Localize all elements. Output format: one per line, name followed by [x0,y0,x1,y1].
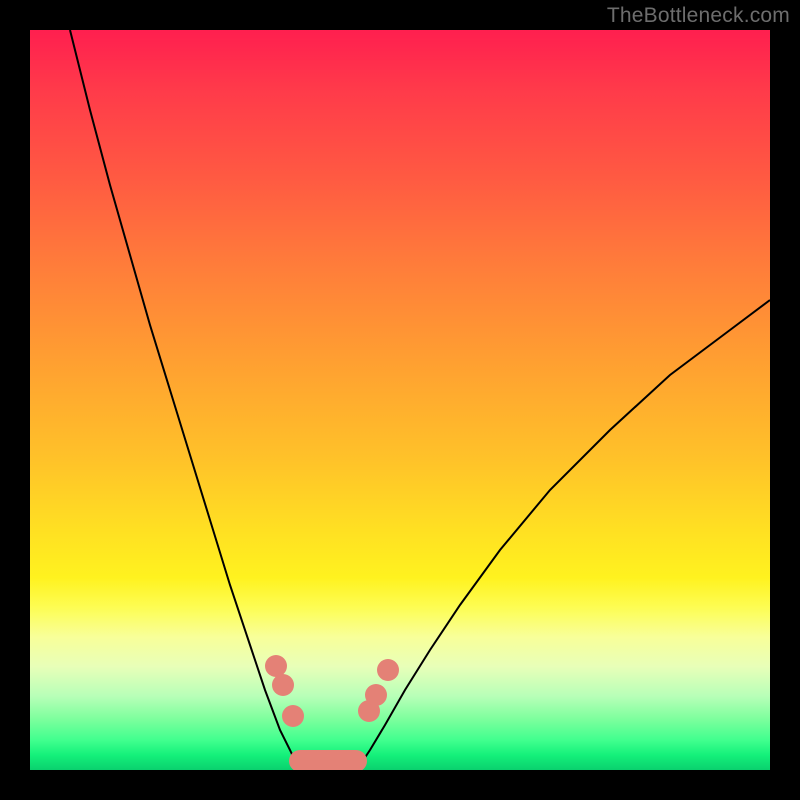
bead-left-3 [282,705,304,727]
bead-left-1 [265,655,287,677]
bead-right-2 [365,684,387,706]
curve-right [360,300,770,765]
chart-svg [30,30,770,770]
plot-area [30,30,770,770]
outer-frame: TheBottleneck.com [0,0,800,800]
bead-left-2 [272,674,294,696]
bead-right-3 [377,659,399,681]
watermark-text: TheBottleneck.com [607,4,790,28]
curve-left [70,30,297,765]
